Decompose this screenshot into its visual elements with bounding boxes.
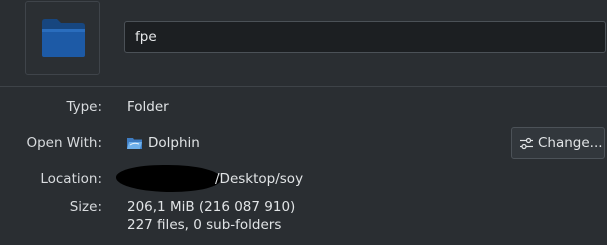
location-value: /Desktop/soy: [215, 171, 304, 187]
contents-value: 227 files, 0 sub-folders: [127, 217, 282, 233]
open-with-label: Open With:: [26, 135, 102, 151]
redacted-path-mark: [116, 165, 221, 192]
folder-icon-button[interactable]: [25, 1, 100, 75]
dolphin-app-icon: [127, 138, 142, 149]
folder-icon: [42, 19, 85, 57]
size-label: Size:: [69, 199, 102, 215]
type-value: Folder: [127, 99, 169, 115]
location-label: Location:: [40, 171, 102, 187]
type-label: Type:: [66, 99, 102, 115]
header-divider: [0, 86, 607, 87]
open-with-app: Dolphin: [148, 135, 200, 151]
properties-dialog: { "header": { "icon": "folder-icon", "na…: [0, 0, 607, 245]
change-button-label: Change...: [538, 135, 603, 151]
configure-icon: [520, 137, 533, 150]
name-input[interactable]: [124, 21, 606, 53]
size-value: 206,1 MiB (216 087 910): [127, 199, 296, 215]
change-button[interactable]: Change...: [511, 127, 605, 159]
